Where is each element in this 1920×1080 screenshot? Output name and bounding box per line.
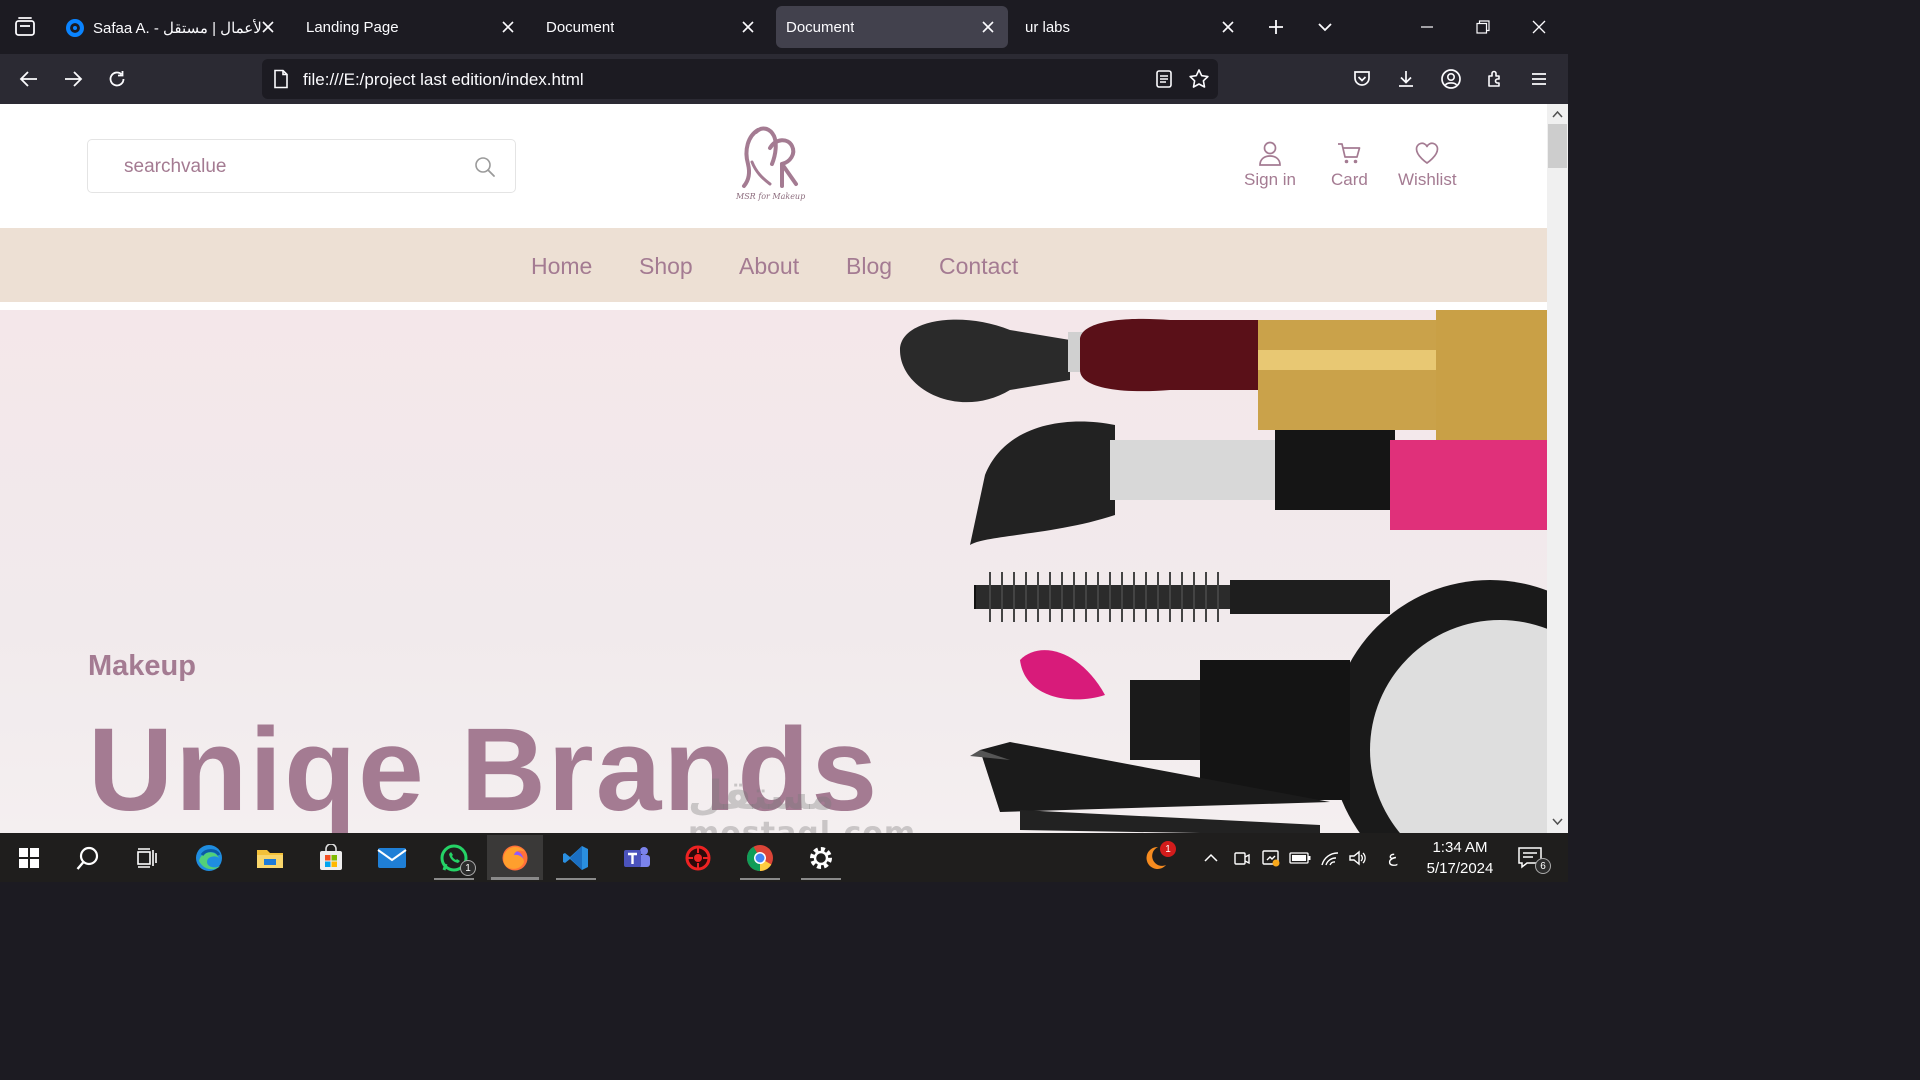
start-icon[interactable] (1, 835, 57, 880)
teams-icon[interactable] (609, 835, 665, 880)
weather-moon-icon[interactable]: 1 (1144, 841, 1176, 873)
back-arrow-icon[interactable] (13, 63, 45, 95)
nav-home[interactable]: Home (531, 253, 592, 280)
address-bar[interactable]: file:///E:/project last edition/index.ht… (262, 59, 1218, 99)
scrollbar-thumb[interactable] (1548, 124, 1567, 168)
notification-count-badge: 6 (1535, 858, 1551, 874)
minimize-window-icon[interactable] (1412, 12, 1442, 42)
close-tab-icon[interactable] (978, 17, 998, 37)
input-language-indicator[interactable]: ع (1388, 847, 1398, 867)
edge-icon[interactable] (181, 835, 237, 880)
reload-icon[interactable] (101, 63, 133, 95)
chevron-up-icon[interactable] (1200, 847, 1222, 869)
user-icon (1259, 141, 1281, 166)
search-input[interactable] (124, 154, 454, 180)
tab-overview-icon[interactable] (8, 10, 42, 44)
sign-in-link[interactable]: Sign in (1244, 140, 1296, 190)
hero-kicker: Makeup (88, 650, 196, 682)
windows-taskbar: 1 1 ع 1:34 AM 5/17/2024 6 (0, 833, 1568, 882)
main-navigation: Home Shop About Blog Contact (0, 228, 1547, 302)
browser-tab[interactable]: Landing Page (296, 6, 528, 48)
wifi-icon[interactable] (1319, 847, 1341, 869)
microsoft-store-icon[interactable] (303, 835, 359, 880)
browser-toolbar: file:///E:/project last edition/index.ht… (0, 54, 1568, 104)
hero-banner: Makeup Uniqe Brands (0, 310, 1547, 833)
task-view-icon[interactable] (119, 835, 175, 880)
close-tab-icon[interactable] (1218, 17, 1238, 37)
cart-link[interactable]: Card (1331, 140, 1368, 190)
volume-icon[interactable] (1347, 847, 1369, 869)
nav-about[interactable]: About (739, 253, 799, 280)
whatsapp-badge: 1 (460, 860, 476, 876)
file-explorer-icon[interactable] (242, 835, 298, 880)
new-tab-icon[interactable] (1261, 12, 1291, 42)
search-box (87, 139, 516, 193)
browser-tab-strip: Safaa A. - الأعمال | مستقل Landing Page … (0, 0, 1568, 54)
close-window-icon[interactable] (1524, 12, 1554, 42)
update-tray-icon[interactable] (1260, 847, 1282, 869)
tray-badge: 1 (1160, 841, 1176, 857)
clock-date: 5/17/2024 (1426, 860, 1494, 877)
meet-now-icon[interactable] (1231, 847, 1253, 869)
mail-icon[interactable] (364, 835, 420, 880)
settings-icon[interactable] (793, 835, 849, 880)
site-header: MSR for Makeup Sign in Card Wishlist (0, 104, 1547, 228)
scroll-down-icon[interactable] (1552, 818, 1563, 826)
logo-caption: MSR for Makeup (736, 192, 806, 201)
close-tab-icon[interactable] (498, 17, 518, 37)
battery-icon[interactable] (1289, 847, 1311, 869)
sign-in-label: Sign in (1244, 170, 1296, 189)
divider (0, 302, 1547, 310)
page-viewport: MSR for Makeup Sign in Card Wishlist Hom… (0, 104, 1547, 833)
tab-title: Document (546, 19, 615, 36)
close-tab-icon[interactable] (738, 17, 758, 37)
tab-title: Safaa A. - الأعمال | مستقل (93, 20, 261, 37)
nav-contact[interactable]: Contact (939, 253, 1018, 280)
nav-blog[interactable]: Blog (846, 253, 892, 280)
pocket-icon[interactable] (1346, 63, 1378, 95)
wishlist-link[interactable]: Wishlist (1398, 140, 1457, 190)
whatsapp-icon[interactable]: 1 (426, 835, 482, 880)
browser-tab-active[interactable]: Document (776, 6, 1008, 48)
hero-title: Uniqe Brands (88, 704, 880, 833)
reader-view-icon[interactable] (1155, 69, 1173, 94)
search-icon[interactable] (473, 155, 497, 179)
account-icon[interactable] (1435, 63, 1467, 95)
close-tab-icon[interactable] (258, 17, 278, 37)
hamburger-menu-icon[interactable] (1523, 63, 1555, 95)
wishlist-label: Wishlist (1398, 170, 1457, 189)
restore-window-icon[interactable] (1468, 12, 1498, 42)
nav-shop[interactable]: Shop (639, 253, 693, 280)
cart-label: Card (1331, 170, 1368, 189)
extensions-icon[interactable] (1479, 63, 1511, 95)
vscode-icon[interactable] (548, 835, 604, 880)
system-clock[interactable]: 1:34 AM 5/17/2024 (1418, 837, 1502, 879)
firefox-icon[interactable] (487, 835, 543, 880)
page-scrollbar[interactable] (1547, 104, 1568, 833)
url-text[interactable]: file:///E:/project last edition/index.ht… (303, 70, 584, 90)
browser-tab[interactable]: Safaa A. - الأعمال | مستقل (56, 6, 288, 48)
downloads-icon[interactable] (1390, 63, 1422, 95)
tab-title: Document (786, 19, 855, 36)
cart-icon (1338, 143, 1361, 164)
bookmark-star-icon[interactable] (1188, 68, 1210, 95)
tab-title: Landing Page (306, 19, 399, 36)
scroll-up-icon[interactable] (1552, 110, 1563, 118)
browser-tab[interactable]: ur labs (1016, 6, 1248, 48)
search-icon[interactable] (60, 835, 116, 880)
list-all-tabs-chevron-down-icon[interactable] (1310, 12, 1340, 42)
clock-time: 1:34 AM (1432, 839, 1488, 856)
mostaql-favicon-icon (66, 19, 84, 37)
chrome-icon[interactable] (732, 835, 788, 880)
notifications-icon[interactable]: 6 (1515, 844, 1551, 874)
tab-title: ur labs (1025, 19, 1071, 36)
hero-makeup-image (900, 310, 1547, 833)
page-file-icon (272, 69, 290, 94)
heart-icon (1415, 142, 1439, 164)
app-red-icon[interactable] (670, 835, 726, 880)
forward-arrow-icon[interactable] (57, 63, 89, 95)
browser-tab[interactable]: Document (536, 6, 768, 48)
